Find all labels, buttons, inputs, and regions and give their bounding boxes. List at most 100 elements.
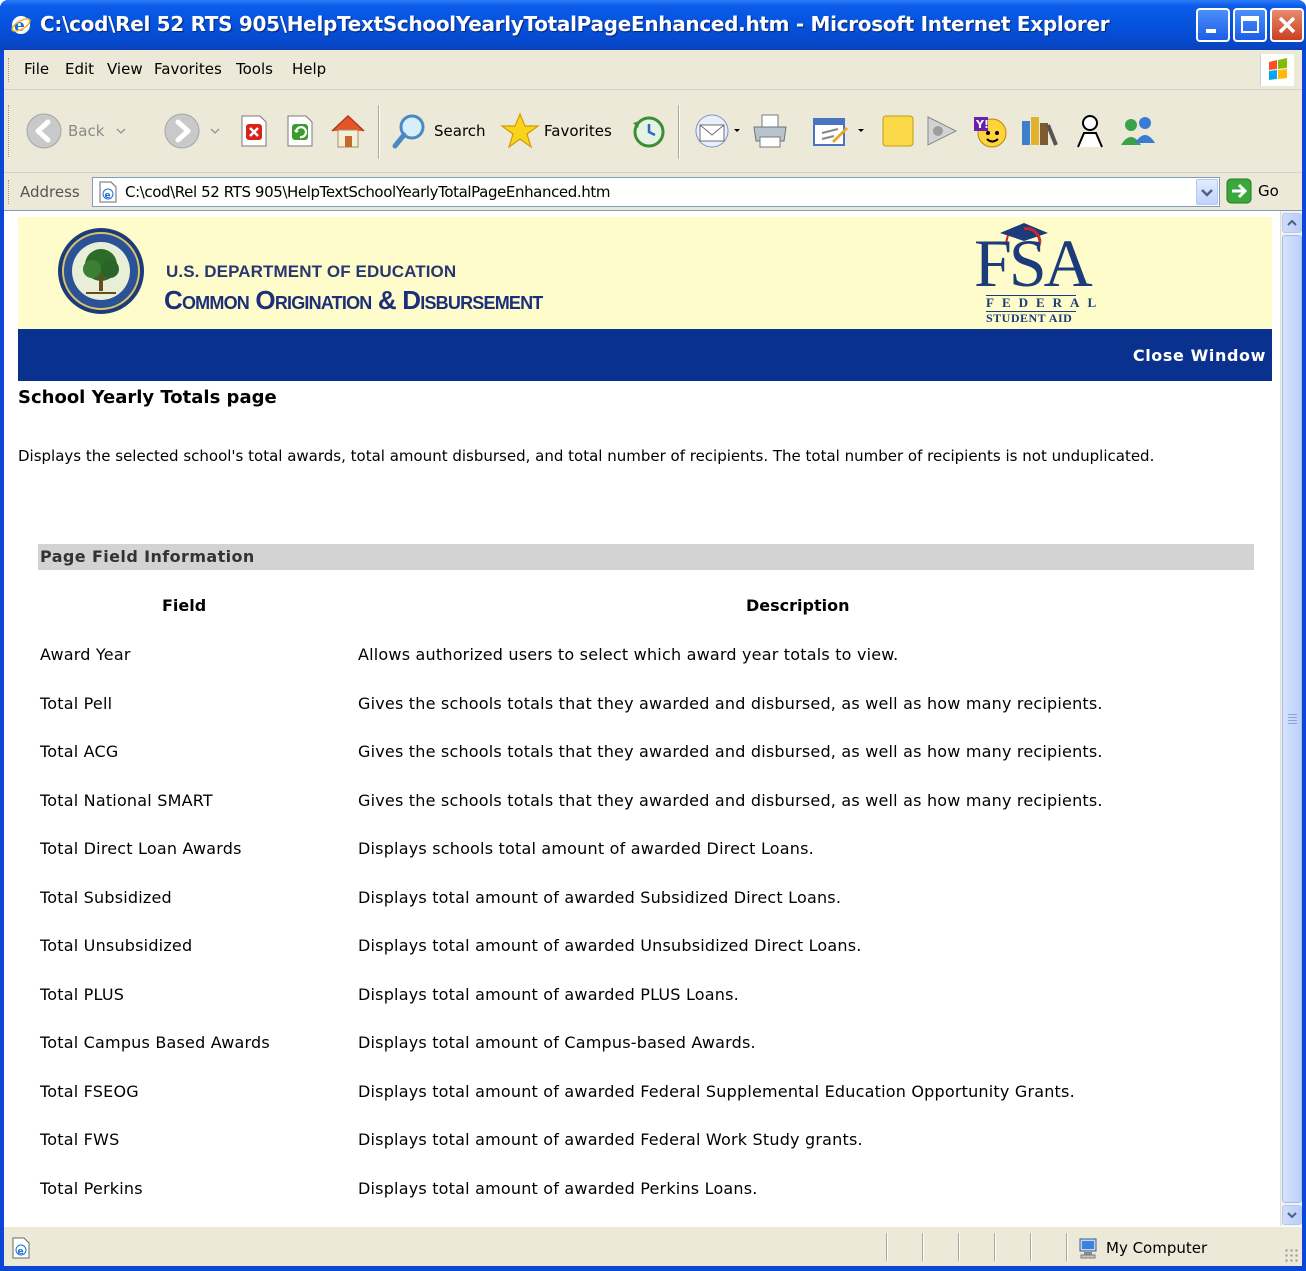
status-divider bbox=[958, 1233, 960, 1261]
close-window-link[interactable]: Close Window bbox=[1133, 346, 1266, 365]
field-description: Displays schools total amount of awarded… bbox=[358, 839, 814, 858]
page-description: Displays the selected school's total awa… bbox=[18, 447, 1155, 465]
refresh-button[interactable] bbox=[282, 113, 318, 149]
menu-help[interactable]: Help bbox=[292, 60, 326, 78]
field-description: Displays total amount of awarded Federal… bbox=[358, 1082, 1075, 1101]
field-description: Displays total amount of awarded Subsidi… bbox=[358, 888, 842, 907]
status-divider bbox=[1066, 1233, 1068, 1261]
toolbar-grip[interactable] bbox=[8, 58, 11, 82]
security-zone[interactable]: My Computer bbox=[1078, 1237, 1207, 1259]
window-title: C:\cod\Rel 52 RTS 905\HelpTextSchoolYear… bbox=[40, 12, 1110, 36]
table-row: Total FWS Displays total amount of awarde… bbox=[38, 1130, 1258, 1154]
chevron-down-icon[interactable] bbox=[114, 126, 128, 136]
edit-icon bbox=[813, 118, 848, 146]
menu-edit[interactable]: Edit bbox=[65, 60, 94, 78]
messenger-button[interactable] bbox=[922, 111, 962, 151]
messenger-icon bbox=[927, 116, 958, 146]
print-icon bbox=[753, 114, 787, 148]
vertical-scrollbar[interactable] bbox=[1280, 211, 1302, 1226]
chevron-down-icon bbox=[1287, 1212, 1297, 1219]
mail-button[interactable] bbox=[692, 111, 742, 151]
menu-view[interactable]: View bbox=[107, 60, 143, 78]
favorites-label: Favorites bbox=[544, 122, 612, 140]
field-name: Total FWS bbox=[40, 1130, 120, 1149]
fsa-logo-text: FSA bbox=[974, 225, 1093, 301]
chevron-down-icon[interactable] bbox=[856, 126, 866, 136]
table-row: Total Campus Based Awards Displays total … bbox=[38, 1033, 1258, 1057]
header-banner: U.S. DEPARTMENT OF EDUCATION Common Orig… bbox=[18, 217, 1272, 329]
edit-button[interactable] bbox=[810, 111, 866, 151]
help-page: U.S. DEPARTMENT OF EDUCATION Common Orig… bbox=[4, 211, 1280, 1226]
field-description: Allows authorized users to select which … bbox=[358, 645, 899, 664]
favorites-star-icon bbox=[500, 112, 540, 149]
address-input[interactable]: e C:\cod\Rel 52 RTS 905\HelpTextSchoolYe… bbox=[92, 177, 1220, 207]
refresh-icon bbox=[287, 115, 313, 147]
table-row: Total Direct Loan Awards Displays schools… bbox=[38, 839, 1258, 863]
toolbar-grip[interactable] bbox=[8, 180, 11, 204]
search-label: Search bbox=[434, 122, 486, 140]
menu-tools[interactable]: Tools bbox=[236, 60, 273, 78]
mail-icon bbox=[695, 114, 729, 148]
back-button[interactable]: Back bbox=[24, 111, 128, 151]
research-icon bbox=[1022, 117, 1058, 146]
field-name: Total Subsidized bbox=[40, 888, 172, 907]
scroll-down-button[interactable] bbox=[1282, 1205, 1302, 1225]
section-title: Page Field Information bbox=[40, 547, 255, 566]
research-button[interactable] bbox=[1018, 111, 1058, 151]
menu-file[interactable]: File bbox=[24, 60, 49, 78]
notes-button[interactable] bbox=[878, 111, 918, 151]
address-label: Address bbox=[20, 183, 80, 201]
field-description: Displays total amount of awarded Unsubsi… bbox=[358, 936, 862, 955]
field-name: Total National SMART bbox=[40, 791, 213, 810]
chevron-up-icon bbox=[1287, 219, 1297, 226]
department-seal-logo bbox=[58, 228, 144, 314]
favorites-button[interactable]: Favorites bbox=[500, 111, 612, 151]
search-button[interactable]: Search bbox=[390, 111, 486, 151]
my-computer-icon bbox=[1079, 1238, 1097, 1259]
toolbar-separator bbox=[678, 105, 680, 159]
field-name: Total Unsubsidized bbox=[40, 936, 193, 955]
close-icon bbox=[1278, 16, 1296, 34]
field-description: Displays total amount of awarded PLUS Lo… bbox=[358, 985, 739, 1004]
print-button[interactable] bbox=[750, 111, 790, 151]
toolbar-grip[interactable] bbox=[8, 105, 11, 157]
people-button[interactable] bbox=[1070, 111, 1110, 151]
resize-grip[interactable] bbox=[1284, 1248, 1300, 1264]
stop-icon bbox=[241, 115, 267, 147]
yahoo-icon: Y! bbox=[974, 117, 1007, 148]
zone-label: My Computer bbox=[1106, 1239, 1208, 1257]
forward-icon bbox=[164, 113, 200, 149]
field-name: Total Perkins bbox=[40, 1179, 143, 1198]
svg-text:e: e bbox=[18, 1247, 24, 1257]
home-icon bbox=[331, 114, 365, 148]
field-description: Displays total amount of awarded Perkins… bbox=[358, 1179, 758, 1198]
search-icon bbox=[392, 114, 425, 149]
scrollbar-thumb[interactable] bbox=[1282, 235, 1302, 1203]
chevron-down-icon[interactable] bbox=[732, 126, 742, 136]
field-name: Total PLUS bbox=[40, 985, 125, 1004]
title-bar[interactable]: e C:\cod\Rel 52 RTS 905\HelpTextSchoolYe… bbox=[0, 0, 1306, 50]
yahoo-button[interactable]: Y! bbox=[970, 111, 1010, 151]
stop-button[interactable] bbox=[236, 113, 272, 149]
ie-icon: e bbox=[11, 16, 31, 36]
field-description: Gives the schools totals that they award… bbox=[358, 694, 1103, 713]
address-dropdown-button[interactable] bbox=[1196, 179, 1218, 205]
forward-button[interactable] bbox=[162, 111, 222, 151]
chevron-down-icon[interactable] bbox=[208, 126, 222, 136]
maximize-button[interactable] bbox=[1233, 8, 1267, 42]
history-button[interactable] bbox=[628, 111, 668, 151]
go-button[interactable]: Go bbox=[1226, 178, 1279, 204]
field-name: Total Pell bbox=[40, 694, 113, 713]
scroll-up-button[interactable] bbox=[1282, 213, 1302, 233]
fsa-logo-federal: FEDERAL bbox=[986, 295, 1105, 310]
menu-favorites[interactable]: Favorites bbox=[154, 60, 222, 78]
browser-chrome: File Edit View Favorites Tools Help Back… bbox=[4, 50, 1302, 1266]
home-button[interactable] bbox=[328, 111, 368, 151]
menu-bar: File Edit View Favorites Tools Help bbox=[4, 50, 1302, 90]
table-row: Award Year Allows authorized users to sel… bbox=[38, 645, 1258, 669]
ie-page-icon: e bbox=[12, 1237, 30, 1259]
users-button[interactable] bbox=[1118, 111, 1158, 151]
close-button[interactable] bbox=[1270, 8, 1304, 42]
minimize-button[interactable] bbox=[1196, 8, 1230, 42]
maximize-icon bbox=[1241, 16, 1259, 33]
